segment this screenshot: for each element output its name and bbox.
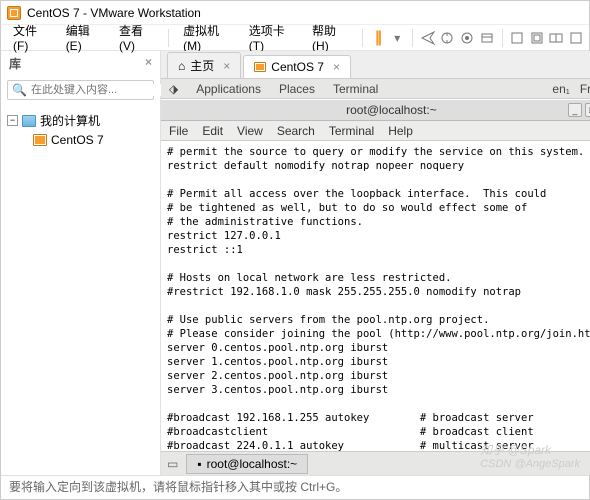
close-icon[interactable]: × [333, 60, 340, 74]
close-icon[interactable]: × [223, 59, 230, 73]
view1-icon[interactable] [508, 28, 526, 48]
gnome-terminal[interactable]: Terminal [333, 82, 378, 96]
minimize-icon[interactable]: _ [568, 103, 582, 117]
term-menu-help[interactable]: Help [388, 124, 413, 138]
show-desktop-icon[interactable]: ▭ [167, 457, 178, 471]
terminal-menubar: File Edit View Search Terminal Help [161, 121, 590, 141]
tree-vm-label: CentOS 7 [51, 133, 104, 147]
status-text: 要将输入定向到该虚拟机，请将鼠标指针移入其中或按 Ctrl+G。 [9, 478, 347, 495]
taskbar-app[interactable]: ▪ root@localhost:~ [186, 454, 308, 474]
search-icon: 🔍 [12, 83, 27, 97]
term-menu-file[interactable]: File [169, 124, 188, 138]
terminal-icon: ▪ [197, 457, 201, 471]
tab-bar: ⌂ 主页 × CentOS 7 × [161, 51, 590, 79]
tab-vm[interactable]: CentOS 7 × [243, 55, 351, 78]
terminal-title: root@localhost:~ [346, 103, 437, 117]
window-title: CentOS 7 - VMware Workstation [27, 6, 201, 20]
snapshot-icon[interactable] [439, 28, 457, 48]
library-search[interactable]: 🔍 ▼ [7, 80, 154, 100]
collapse-icon[interactable]: − [7, 115, 18, 126]
separator [362, 29, 363, 47]
taskbar-app-label: root@localhost:~ [207, 457, 298, 471]
tab-vm-label: CentOS 7 [271, 60, 324, 74]
terminal-titlebar: root@localhost:~ _ □ × [161, 99, 590, 121]
gnome-taskbar: ▭ ▪ root@localhost:~ [161, 451, 590, 475]
computer-icon [22, 115, 36, 127]
library-header: 库 [9, 55, 21, 72]
tab-home[interactable]: ⌂ 主页 × [167, 52, 241, 78]
manage-icon[interactable] [478, 28, 496, 48]
home-icon: ⌂ [178, 59, 185, 73]
close-icon[interactable]: × [145, 55, 152, 72]
term-menu-edit[interactable]: Edit [202, 124, 223, 138]
vm-icon [254, 62, 266, 72]
search-input[interactable] [31, 84, 173, 96]
vm-panel: ⌂ 主页 × CentOS 7 × ⬗ Applications Places … [161, 51, 590, 475]
app-menubar: 文件(F) 编辑(E) 查看(V) 虚拟机(M) 选项卡(T) 帮助(H) ||… [1, 25, 589, 51]
status-bar: 要将输入定向到该虚拟机，请将鼠标指针移入其中或按 Ctrl+G。 [1, 475, 589, 497]
maximize-icon[interactable]: □ [585, 103, 590, 117]
tree-vm[interactable]: CentOS 7 [7, 131, 154, 149]
gnome-activities-icon[interactable]: ⬗ [169, 82, 178, 96]
snapshot2-icon[interactable] [458, 28, 476, 48]
gnome-places[interactable]: Places [279, 82, 315, 96]
view2-icon[interactable] [528, 28, 546, 48]
tab-home-label: 主页 [190, 57, 214, 74]
pause-button[interactable]: || [369, 28, 387, 48]
gnome-apps[interactable]: Applications [196, 82, 261, 96]
separator [412, 29, 413, 47]
tree-root[interactable]: − 我的计算机 [7, 110, 154, 131]
term-menu-search[interactable]: Search [277, 124, 315, 138]
gnome-lang[interactable]: en₁ [552, 82, 569, 96]
view3-icon[interactable] [548, 28, 566, 48]
term-menu-terminal[interactable]: Terminal [329, 124, 374, 138]
gnome-topbar: ⬗ Applications Places Terminal en₁ Fri 1… [161, 79, 590, 99]
separator [502, 29, 503, 47]
library-panel: 库 × 🔍 ▼ − 我的计算机 CentOS 7 [1, 51, 161, 475]
gnome-time: Fri 12: [580, 82, 590, 96]
terminal-content[interactable]: # permit the source to query or modify t… [161, 141, 590, 451]
vm-icon [33, 134, 47, 146]
separator [168, 29, 169, 47]
library-tree: − 我的计算机 CentOS 7 [1, 104, 160, 155]
term-menu-view[interactable]: View [237, 124, 263, 138]
app-icon [7, 6, 21, 20]
tree-root-label: 我的计算机 [40, 112, 100, 129]
send-icon[interactable] [419, 28, 437, 48]
fullscreen-icon[interactable] [567, 28, 585, 48]
dropdown-icon[interactable]: ▾ [388, 28, 406, 48]
